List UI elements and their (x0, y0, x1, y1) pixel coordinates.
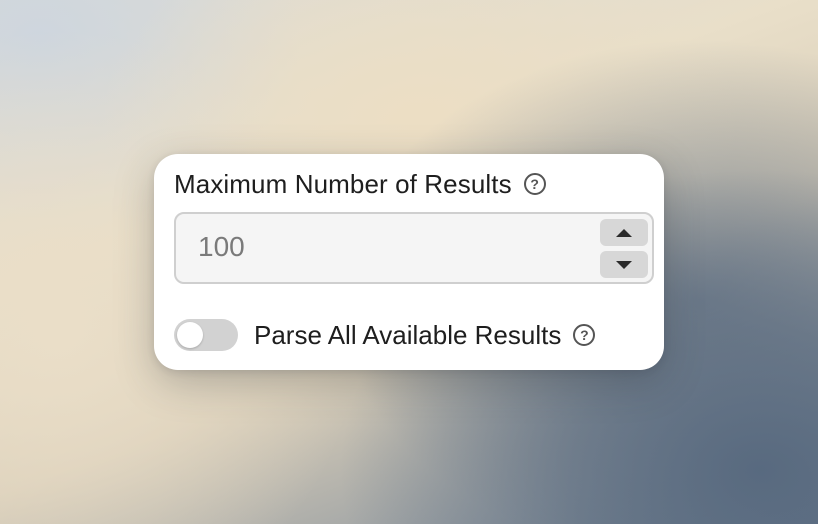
parse-all-label: Parse All Available Results (254, 319, 562, 350)
settings-card: Maximum Number of Results ? 100 Parse Al… (154, 154, 664, 370)
max-results-input[interactable]: 100 (174, 212, 654, 284)
parse-all-row: Parse All Available Results ? (174, 318, 596, 352)
question-circle-icon[interactable]: ? (573, 324, 596, 346)
toggle-knob (177, 322, 203, 348)
parse-all-toggle[interactable] (174, 319, 238, 351)
decrement-button[interactable] (600, 251, 648, 278)
max-results-label-row: Maximum Number of Results ? (174, 168, 546, 200)
increment-button[interactable] (600, 219, 648, 246)
max-results-label: Maximum Number of Results (174, 168, 512, 199)
question-circle-icon[interactable]: ? (523, 173, 546, 195)
chevron-down-icon (616, 260, 632, 269)
chevron-up-icon (616, 228, 632, 237)
max-results-value[interactable]: 100 (198, 231, 245, 263)
